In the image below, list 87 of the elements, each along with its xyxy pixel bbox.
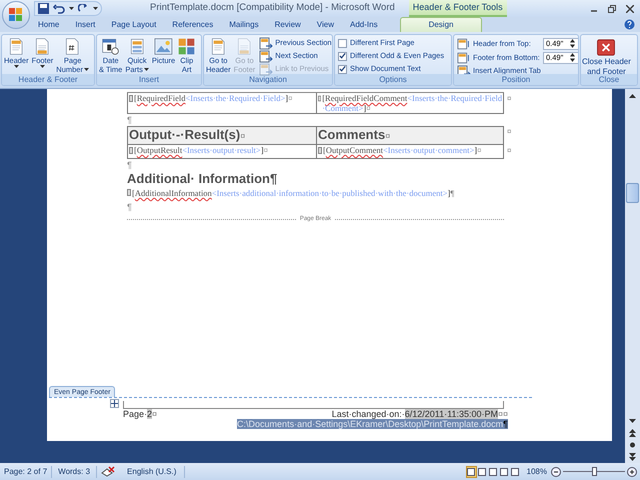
caret-icon	[14, 65, 19, 68]
proofing-icon[interactable]	[101, 466, 116, 477]
group-label: Navigation	[204, 74, 332, 85]
view-button[interactable]	[510, 466, 521, 478]
row-end-mark: ¤	[507, 126, 512, 138]
blocks-icon	[130, 38, 144, 54]
field-marker-icon	[129, 147, 133, 154]
field-text: [RequiredField<Inserts·the·Required·Field>]¤	[134, 93, 292, 103]
page-count[interactable]: Page: 2 of 7	[0, 466, 52, 478]
restore-icon[interactable]	[608, 4, 616, 12]
row-end-mark: ¤	[507, 93, 512, 105]
field-text: [AdditionalInformation<Inserts·additional·information·to·be·published·with·the·document>]¶	[132, 188, 454, 198]
close-icon	[596, 39, 616, 56]
clip-art-icon	[178, 38, 196, 54]
caret-icon	[93, 7, 98, 10]
caret-icon	[69, 7, 74, 10]
field-text: [RequiredFieldComment<Inserts·the·Required·Field·Comment>]¤	[322, 93, 504, 113]
picture-icon	[154, 38, 173, 54]
view-button[interactable]	[498, 466, 510, 478]
scroll-thumb[interactable]	[626, 183, 639, 203]
spinner-arrows-icon	[570, 53, 575, 62]
page-icon	[211, 38, 226, 54]
group-label: Insert	[97, 74, 201, 85]
ribbon-tab[interactable]: View	[308, 17, 342, 32]
page-number-icon	[65, 38, 80, 54]
ribbon-tab[interactable]: Add-Ins	[342, 17, 386, 32]
group-label: Options	[335, 74, 451, 85]
paragraph-mark: ¶	[127, 200, 132, 212]
margin-icon	[457, 38, 471, 50]
table-heading: Output·-·Result(s)¤	[129, 127, 246, 142]
section-arrow-icon	[259, 36, 274, 50]
spinner-arrows-icon	[570, 39, 575, 48]
group-label: Header & Footer	[2, 74, 94, 85]
paragraph-mark: ¶	[127, 114, 132, 126]
zoom-out-icon[interactable]	[551, 466, 561, 476]
page-icon	[9, 38, 24, 54]
zoom-in-icon[interactable]	[627, 466, 637, 476]
caret-icon	[84, 68, 89, 71]
ribbon-tab[interactable]: Mailings	[221, 17, 267, 32]
office-button[interactable]	[2, 1, 30, 29]
footer-file-path: C:\Documents·and·Settings\EKramer\Desktop\PrintTemplate.docm¶	[237, 419, 508, 429]
ribbon-tab[interactable]: Insert	[67, 17, 104, 32]
zoom-thumb[interactable]	[592, 466, 597, 476]
word-count[interactable]: Words: 3	[52, 466, 98, 478]
zoom-slider[interactable]	[563, 466, 625, 476]
margin-icon	[457, 52, 471, 64]
contextual-tab-title: Header & Footer Tools	[408, 0, 507, 17]
redo-icon[interactable]	[78, 4, 89, 14]
view-button[interactable]	[466, 466, 477, 478]
close-icon[interactable]	[626, 4, 634, 12]
row-end-mark: ¤	[507, 145, 512, 157]
field-marker-icon	[318, 95, 322, 102]
section-heading: Additional· Information¶	[127, 171, 278, 187]
footer-last-changed: Last·changed·on:·6/12/2011·11:35:00·PM¤¤	[332, 409, 508, 419]
ribbon-tab[interactable]: Review	[266, 17, 309, 32]
paragraph-mark: ¶	[127, 159, 132, 171]
section-arrow-icon	[259, 50, 274, 62]
view-button[interactable]	[488, 466, 499, 478]
field-marker-icon	[127, 189, 131, 196]
move-icon	[111, 400, 118, 407]
field-marker-icon	[129, 95, 133, 102]
ribbon-tab[interactable]: References	[164, 17, 222, 32]
footer-page-number: Page·2¤	[123, 409, 158, 419]
view-button[interactable]	[476, 466, 488, 478]
page-icon	[237, 38, 252, 54]
caret-icon	[40, 65, 45, 68]
zoom-level[interactable]: 108%	[526, 466, 547, 478]
caret-icon	[144, 68, 149, 71]
undo-icon[interactable]	[53, 4, 65, 14]
window-title: PrintTemplate.docm [Compatibility Mode] - Microsoft Word	[150, 1, 395, 16]
group-label: Close	[581, 74, 637, 85]
page-icon	[35, 38, 50, 54]
field-text: [OutputComment<Inserts·output·comment>]¤	[323, 145, 482, 155]
field-text: [OutputResult<Inserts·output·result>]¤	[134, 145, 268, 155]
office-logo-icon	[9, 8, 23, 22]
group-label: Position	[454, 74, 578, 85]
calendar-clock-icon	[102, 38, 120, 54]
ribbon-tab[interactable]: Home	[30, 17, 68, 32]
language-indicator[interactable]: English (U.S.)	[119, 466, 186, 478]
help-icon[interactable]	[624, 19, 635, 30]
ribbon-tab[interactable]: Page Layout	[103, 17, 164, 32]
ribbon-tab[interactable]: Design	[400, 17, 482, 32]
table-heading: Comments¤	[318, 127, 390, 142]
table-move-handle[interactable]	[110, 399, 119, 408]
save-icon[interactable]	[38, 3, 49, 14]
vertical-scrollbar[interactable]	[625, 89, 640, 463]
field-marker-icon	[318, 147, 322, 154]
